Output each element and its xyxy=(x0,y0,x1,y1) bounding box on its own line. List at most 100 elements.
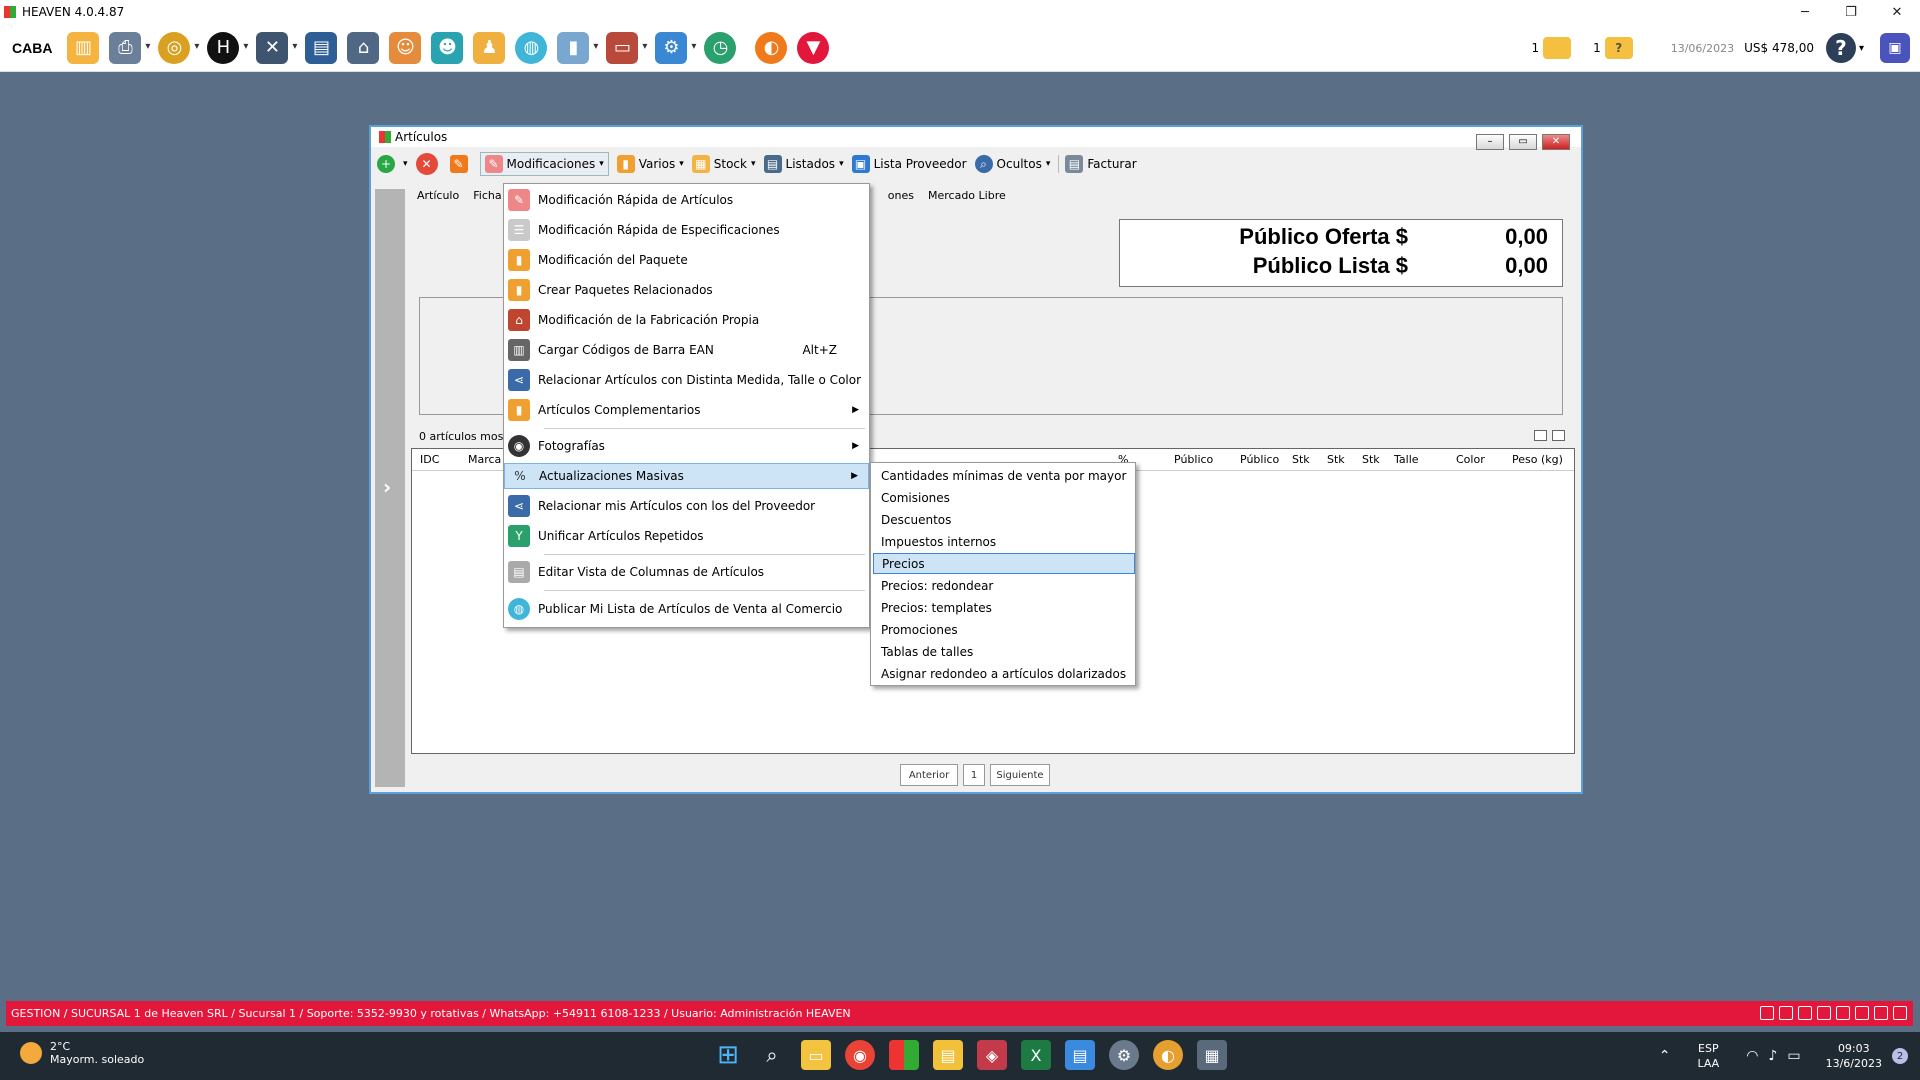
menu-item-complementarios[interactable]: ▮ Artículos Complementarios ▶ xyxy=(504,397,869,423)
pager-next-button[interactable]: Siguiente xyxy=(990,764,1050,786)
ocultos-menu[interactable]: ⌕ Ocultos ▾ xyxy=(974,155,1050,173)
help-dropdown-icon[interactable]: ▾ xyxy=(1859,43,1864,54)
close-button[interactable]: ✕ xyxy=(1874,0,1920,24)
firefox-icon[interactable]: ◐ xyxy=(1153,1040,1183,1070)
status-doc-icon-2[interactable] xyxy=(1779,1006,1793,1020)
status-doc-icon-4[interactable] xyxy=(1836,1006,1850,1020)
search-icon[interactable]: ⌕ xyxy=(757,1040,787,1070)
col-marca[interactable]: Marca xyxy=(468,453,501,466)
chevron-up-icon[interactable]: ⌃ xyxy=(1659,1048,1671,1064)
submenu-item-descuentos[interactable]: Descuentos xyxy=(873,509,1135,530)
users-icon[interactable]: ☺ xyxy=(389,31,422,64)
submenu-item-comisiones[interactable]: Comisiones xyxy=(873,487,1135,508)
chevron-right-icon[interactable]: › xyxy=(383,475,391,499)
col-publico-2[interactable]: Público xyxy=(1240,453,1279,466)
timer-icon[interactable]: ◷ xyxy=(704,31,737,64)
side-panel-toggle[interactable]: › xyxy=(375,189,405,787)
win-close-button[interactable]: ✕ xyxy=(1542,134,1570,150)
menu-item-codigos-ean[interactable]: ▥ Cargar Códigos de Barra EAN Alt+Z xyxy=(504,337,869,363)
notepad-icon[interactable]: ▤ xyxy=(1065,1040,1095,1070)
col-idc[interactable]: IDC xyxy=(420,453,439,466)
teams-icon[interactable]: ▣ xyxy=(1880,33,1910,63)
menu-item-crear-paquetes[interactable]: ▮ Crear Paquetes Relacionados xyxy=(504,277,869,303)
status-doc-icon-3[interactable] xyxy=(1798,1006,1812,1020)
heaven-app-icon[interactable] xyxy=(889,1040,919,1070)
printer-icon[interactable]: ⎙ xyxy=(109,31,150,64)
bank-icon[interactable]: ⌂ xyxy=(347,31,380,64)
submenu-item-precios-templates[interactable]: Precios: templates xyxy=(873,597,1135,618)
col-stk-3[interactable]: Stk xyxy=(1362,453,1380,466)
chart-icon[interactable]: ▮ xyxy=(557,31,598,64)
customer-icon[interactable]: ☻ xyxy=(431,31,464,64)
excel-icon[interactable]: X xyxy=(1021,1040,1051,1070)
submenu-item-impuestos[interactable]: Impuestos internos xyxy=(873,531,1135,552)
listados-menu[interactable]: ▤ Listados ▾ xyxy=(763,155,844,173)
edit-button[interactable]: ✎ xyxy=(449,155,472,173)
col-peso[interactable]: Peso (kg) xyxy=(1512,453,1563,466)
file-explorer-icon[interactable]: ▭ xyxy=(801,1040,831,1070)
tab-articulo[interactable]: Artículo xyxy=(417,189,459,202)
menu-item-relacionar-proveedor[interactable]: ⋖ Relacionar mis Artículos con los del Pr… xyxy=(504,493,869,519)
battery-icon[interactable]: ▭ xyxy=(1787,1048,1800,1064)
calculator-icon[interactable]: ▤ xyxy=(305,31,338,64)
tab-mercado-libre[interactable]: Mercado Libre xyxy=(928,189,1006,202)
col-stk-1[interactable]: Stk xyxy=(1292,453,1310,466)
submenu-item-redondeo-dolarizados[interactable]: Asignar redondeo a artículos dolarizados xyxy=(873,663,1135,684)
help-icon[interactable]: ? xyxy=(1825,33,1856,63)
start-icon[interactable]: ⊞ xyxy=(713,1040,743,1070)
settings-icon[interactable]: ⚙ xyxy=(655,31,696,64)
status-doc-icon-1[interactable] xyxy=(1760,1006,1774,1020)
handshake-icon[interactable]: ◎ xyxy=(158,31,199,64)
win-maximize-button[interactable]: ▭ xyxy=(1509,134,1537,150)
delete-button[interactable]: ✕ xyxy=(415,153,442,175)
clock[interactable]: 09:03 13/6/2023 xyxy=(1826,1041,1882,1071)
globe-icon[interactable]: ◍ xyxy=(515,31,548,64)
varios-menu[interactable]: ▮ Varios ▾ xyxy=(616,155,684,173)
restore-button[interactable]: ❐ xyxy=(1828,0,1874,24)
menu-item-publicar-lista[interactable]: ◍ Publicar Mi Lista de Artículos de Venta… xyxy=(504,596,869,622)
tab-ones[interactable]: ones xyxy=(888,189,914,202)
status-edit-icon[interactable] xyxy=(1817,1006,1831,1020)
status-doc-icon-6[interactable] xyxy=(1893,1006,1907,1020)
cash-register-icon[interactable]: ▥ xyxy=(67,31,100,64)
submenu-item-precios[interactable]: Precios xyxy=(873,553,1135,574)
col-publico-1[interactable]: Público xyxy=(1174,453,1213,466)
facturar-button[interactable]: ▤ Facturar xyxy=(1058,155,1137,173)
menu-item-relacionar-medida[interactable]: ⋖ Relacionar Artículos con Distinta Medid… xyxy=(504,367,869,393)
volume-icon[interactable]: ♪ xyxy=(1768,1048,1777,1064)
briefcase-icon[interactable]: ▭ xyxy=(606,31,647,64)
win-minimize-button[interactable]: – xyxy=(1476,134,1504,150)
anydesk-icon[interactable]: ◈ xyxy=(977,1040,1007,1070)
question-bubble-icon[interactable]: ? xyxy=(1604,37,1633,59)
orange-app-icon[interactable]: ◐ xyxy=(755,31,788,64)
status-edit-icon-2[interactable] xyxy=(1874,1006,1888,1020)
modificaciones-menu[interactable]: ✎ Modificaciones ▾ xyxy=(479,152,609,176)
grid-columns-icon[interactable] xyxy=(1552,430,1565,441)
weather-widget[interactable]: 2°C Mayorm. soleado xyxy=(20,1040,144,1066)
menu-item-mod-rapida-articulos[interactable]: ✎ Modificación Rápida de Artículos xyxy=(504,187,869,213)
submenu-item-precios-redondear[interactable]: Precios: redondear xyxy=(873,575,1135,596)
pager-prev-button[interactable]: Anterior xyxy=(900,764,958,786)
calculator-app-icon[interactable]: ▦ xyxy=(1197,1040,1227,1070)
hc-icon[interactable]: H xyxy=(207,31,248,64)
lista-proveedor-button[interactable]: ▣ Lista Proveedor xyxy=(851,155,967,173)
menu-item-actualizaciones-masivas[interactable]: % Actualizaciones Masivas ▶ xyxy=(504,463,869,489)
submenu-item-promociones[interactable]: Promociones xyxy=(873,619,1135,640)
language-indicator[interactable]: ESP LAA xyxy=(1697,1041,1719,1071)
notification-badge[interactable]: 2 xyxy=(1892,1048,1908,1064)
stock-menu[interactable]: ▦ Stock ▾ xyxy=(691,155,756,173)
pager-page-input[interactable]: 1 xyxy=(963,764,985,786)
minimize-button[interactable]: ─ xyxy=(1782,0,1828,24)
col-stk-2[interactable]: Stk xyxy=(1327,453,1345,466)
seller-icon[interactable]: ♟ xyxy=(473,31,506,64)
menu-item-fabricacion-propia[interactable]: ⌂ Modificación de la Fabricación Propia xyxy=(504,307,869,333)
status-doc-icon-5[interactable] xyxy=(1855,1006,1869,1020)
submenu-item-tablas-talles[interactable]: Tablas de talles xyxy=(873,641,1135,662)
messages-icon[interactable] xyxy=(1543,37,1572,59)
col-talle[interactable]: Talle xyxy=(1394,453,1419,466)
add-button[interactable]: + ▾ xyxy=(377,155,408,173)
menu-item-fotografias[interactable]: ◉ Fotografías ▶ xyxy=(504,433,869,459)
notes-app-icon[interactable]: ▤ xyxy=(933,1040,963,1070)
wifi-icon[interactable]: ◠ xyxy=(1746,1048,1758,1064)
menu-item-mod-rapida-especificaciones[interactable]: ☰ Modificación Rápida de Especificaciones xyxy=(504,217,869,243)
